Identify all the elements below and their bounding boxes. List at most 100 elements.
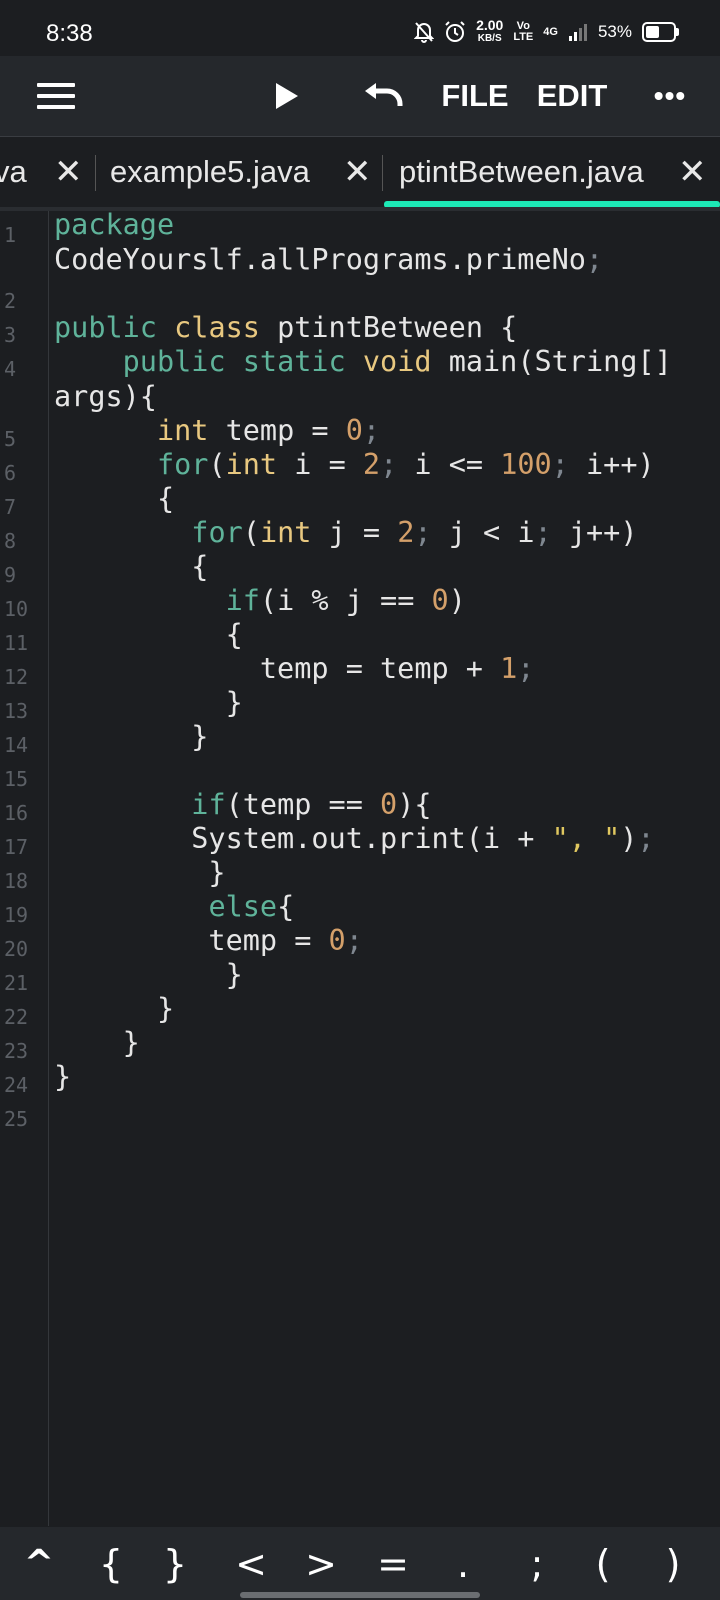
battery-percent: 53% bbox=[597, 22, 632, 41]
code-line[interactable]: public static void main(String[] bbox=[54, 345, 672, 378]
close-icon[interactable]: ✕ bbox=[343, 152, 372, 192]
code-line[interactable]: temp = 0; bbox=[54, 924, 362, 957]
line-number: 24 bbox=[4, 1073, 29, 1097]
code-line[interactable]: { bbox=[54, 482, 174, 515]
code-line[interactable]: else{ bbox=[54, 890, 294, 923]
tab-label: ptintBetween.java bbox=[399, 154, 644, 189]
line-number: 13 bbox=[4, 699, 29, 723]
code-line[interactable]: } bbox=[54, 992, 174, 1025]
close-icon[interactable]: ✕ bbox=[54, 152, 83, 192]
play-icon bbox=[276, 83, 298, 109]
code-line[interactable]: if(temp == 0){ bbox=[54, 788, 431, 821]
code-editor[interactable]: 1 2 3 4 5 6 7 8 9 10 11 12 13 14 15 16 17 18 19 20 21 22 23 24 2… bbox=[0, 208, 720, 1526]
status-bar: 8:38 2.00 KB/S Vo LTE 4G 53% bbox=[0, 0, 720, 56]
tab-close-example5[interactable]: ✕ bbox=[343, 137, 372, 207]
code-line[interactable]: { bbox=[54, 618, 243, 651]
tab-label: example5.java bbox=[110, 154, 310, 189]
editor-toolbar: FILE EDIT ••• bbox=[0, 56, 720, 137]
line-number: 9 bbox=[4, 563, 17, 587]
status-icons: 2.00 KB/S Vo LTE 4G 53% bbox=[414, 17, 679, 46]
line-number: 17 bbox=[4, 835, 29, 859]
code-line[interactable]: } bbox=[54, 1060, 71, 1093]
symbol-key[interactable]: < bbox=[226, 1527, 276, 1600]
edit-menu-button[interactable]: EDIT bbox=[532, 56, 612, 136]
mute-bell-icon bbox=[414, 22, 435, 43]
code-line[interactable]: public class ptintBetween { bbox=[54, 311, 517, 344]
line-number: 7 bbox=[4, 495, 17, 519]
code-line[interactable]: } bbox=[54, 720, 208, 753]
symbol-key[interactable]: > bbox=[296, 1527, 346, 1600]
line-number: 21 bbox=[4, 971, 29, 995]
line-number: 14 bbox=[4, 733, 29, 757]
code-line[interactable]: } bbox=[54, 1026, 140, 1059]
line-number: 4 bbox=[4, 357, 17, 381]
line-number: 19 bbox=[4, 903, 29, 927]
line-number: 3 bbox=[4, 323, 17, 347]
tab-divider bbox=[95, 155, 96, 191]
tab-close-partial[interactable]: ✕ bbox=[54, 137, 83, 207]
volte-indicator: Vo LTE bbox=[513, 20, 534, 43]
battery-icon bbox=[642, 22, 679, 42]
code-line[interactable]: for(int i = 2; i <= 100; i++) bbox=[54, 448, 655, 481]
code-line[interactable]: System.out.print(i + ", "); bbox=[54, 822, 654, 855]
symbol-key[interactable]: = bbox=[368, 1527, 418, 1600]
line-number: 16 bbox=[4, 801, 29, 825]
run-button[interactable] bbox=[262, 56, 312, 136]
file-menu-button[interactable]: FILE bbox=[440, 56, 510, 136]
code-line[interactable]: for(int j = 2; j < i; j++) bbox=[54, 516, 637, 549]
code-line[interactable]: CodeYourslf.allPrograms.primeNo; bbox=[54, 243, 603, 276]
signal-icon bbox=[568, 24, 587, 41]
line-number: 6 bbox=[4, 461, 17, 485]
symbol-key[interactable]: ) bbox=[648, 1527, 698, 1600]
tab-ptintbetween[interactable]: ptintBetween.java bbox=[399, 137, 644, 207]
line-number: 25 bbox=[4, 1107, 29, 1131]
code-line[interactable]: int temp = 0; bbox=[54, 414, 380, 447]
line-number: 20 bbox=[4, 937, 29, 961]
code-line[interactable]: args){ bbox=[54, 380, 157, 413]
undo-button[interactable] bbox=[354, 56, 414, 136]
tab-divider bbox=[382, 155, 383, 191]
symbol-key[interactable]: . bbox=[438, 1527, 488, 1600]
line-number: 23 bbox=[4, 1039, 29, 1063]
code-line[interactable]: temp = temp + 1; bbox=[54, 652, 535, 685]
more-options-button[interactable]: ••• bbox=[645, 56, 695, 136]
line-number: 2 bbox=[4, 289, 17, 313]
tab-close-ptintbetween[interactable]: ✕ bbox=[678, 137, 707, 207]
line-number: 11 bbox=[4, 631, 29, 655]
hamburger-menu-icon bbox=[37, 83, 75, 109]
symbol-key[interactable]: ; bbox=[512, 1527, 562, 1600]
code-line[interactable]: package bbox=[54, 208, 174, 241]
line-number: 22 bbox=[4, 1005, 29, 1029]
status-time: 8:38 bbox=[46, 20, 93, 47]
line-number: 5 bbox=[4, 427, 17, 451]
network-type: 4G bbox=[543, 25, 558, 38]
network-speed: 2.00 KB/S bbox=[476, 17, 504, 44]
line-number: 15 bbox=[4, 767, 29, 791]
code-line[interactable]: if(i % j == 0) bbox=[54, 584, 466, 617]
file-tabs: va ✕ example5.java ✕ ptintBetween.java ✕ bbox=[0, 137, 720, 211]
tab-partial[interactable]: va bbox=[0, 137, 27, 207]
close-icon[interactable]: ✕ bbox=[678, 152, 707, 192]
menu-button[interactable] bbox=[26, 56, 86, 136]
undo-icon bbox=[365, 83, 403, 106]
line-number-gutter: 1 2 3 4 5 6 7 8 9 10 11 12 13 14 15 16 17 18 19 20 21 22 23 24 2… bbox=[0, 211, 49, 1526]
line-number: 10 bbox=[4, 597, 29, 621]
code-line[interactable]: } bbox=[54, 686, 243, 719]
symbol-key[interactable]: ( bbox=[578, 1527, 628, 1600]
symbol-key[interactable]: } bbox=[150, 1527, 200, 1600]
expand-chevron-icon[interactable]: ^ bbox=[14, 1527, 64, 1600]
line-number: 18 bbox=[4, 869, 29, 893]
line-number: 1 bbox=[4, 223, 17, 247]
code-line[interactable]: } bbox=[54, 958, 243, 991]
code-line[interactable]: } bbox=[54, 856, 225, 889]
active-tab-indicator bbox=[384, 201, 720, 207]
symbol-key[interactable]: { bbox=[86, 1527, 136, 1600]
tab-example5[interactable]: example5.java bbox=[110, 137, 310, 207]
tab-label: va bbox=[0, 154, 27, 189]
home-indicator bbox=[240, 1592, 480, 1598]
battery-fill bbox=[646, 26, 659, 38]
alarm-icon bbox=[445, 21, 465, 42]
line-number: 12 bbox=[4, 665, 29, 689]
code-line[interactable]: { bbox=[54, 550, 208, 583]
symbol-shortcut-bar: ^ {} < > =.;() bbox=[0, 1527, 720, 1600]
